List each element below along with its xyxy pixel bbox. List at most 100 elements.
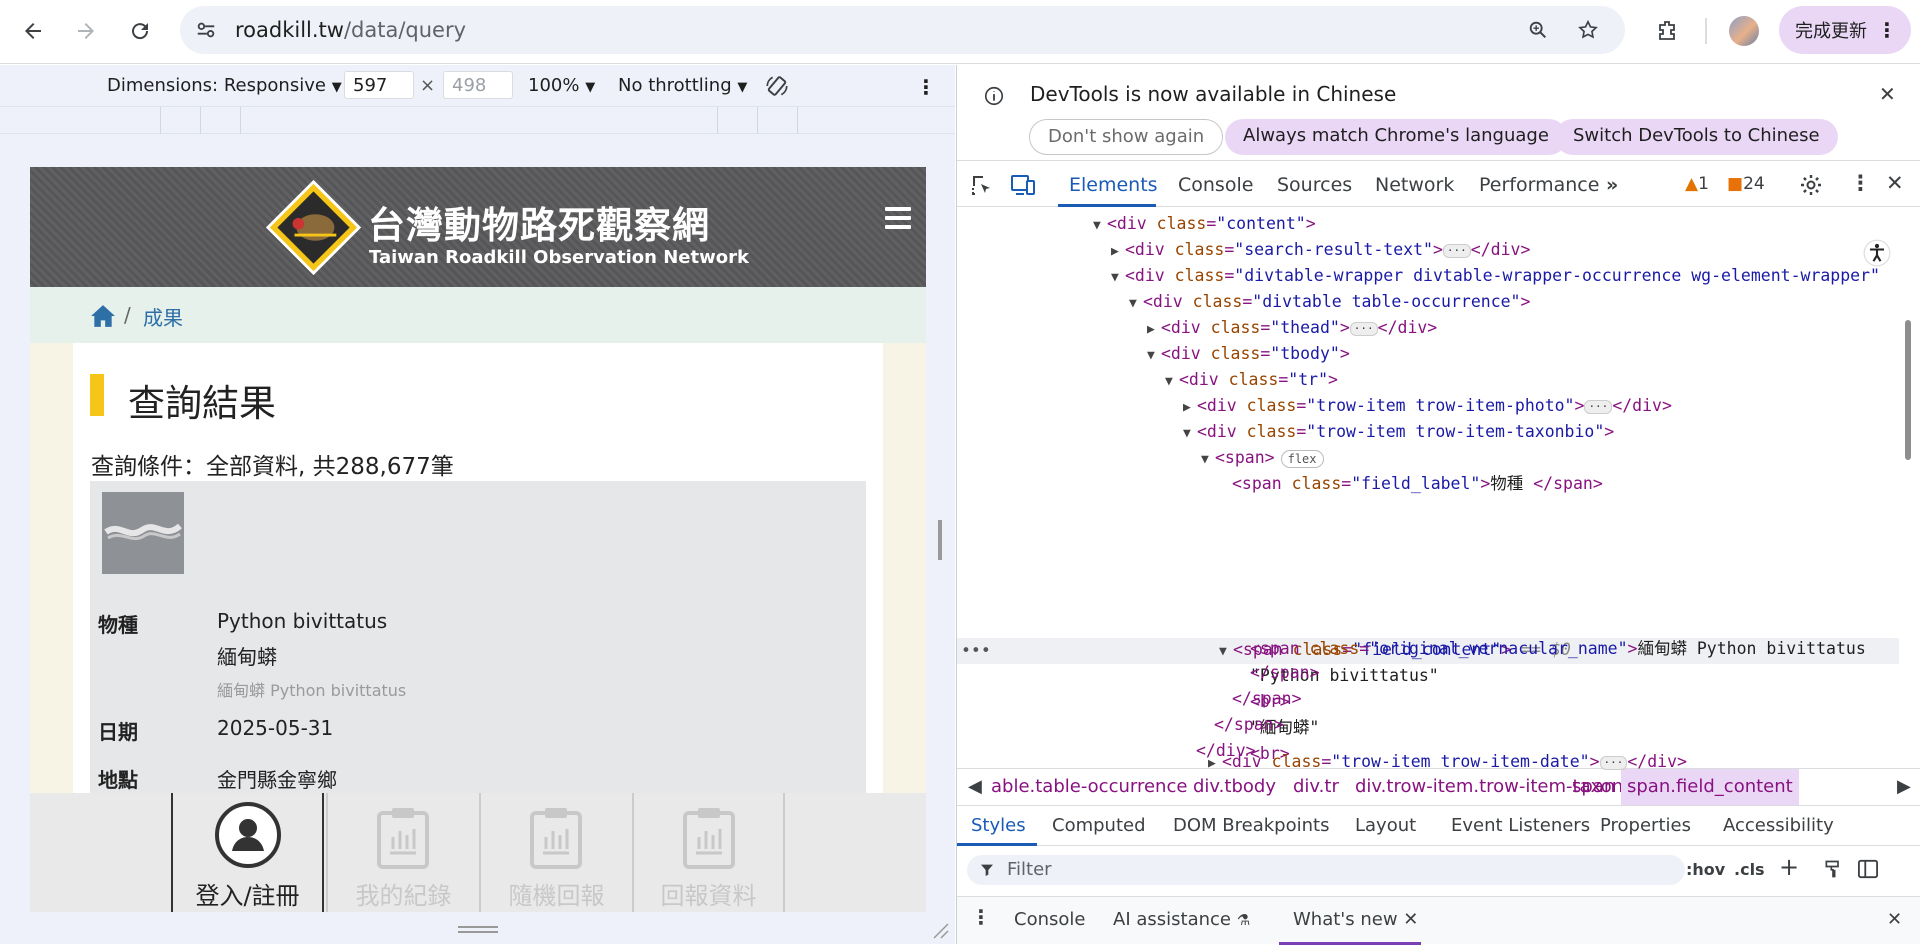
dom-text-node[interactable]: "Python bivittatus" (1250, 664, 1439, 688)
tab-network[interactable]: Network (1375, 174, 1454, 196)
dom-node[interactable]: ▼ <div class="tr"> (1165, 368, 1338, 392)
dom-node[interactable]: ▼ <div class="divtable table-occurrence"> (1129, 290, 1530, 314)
query-summary: 查詢條件：全部資料, 共288,677筆 (91, 454, 454, 480)
crumb-field-content[interactable]: span.field_content (1621, 769, 1799, 805)
dom-node[interactable]: <span class="field_label">物種 </span> (1232, 472, 1603, 496)
height-input[interactable]: 498 (443, 71, 513, 99)
dom-node[interactable]: ▶ <div class="trow-item trow-item-photo">… (1183, 394, 1672, 418)
dom-text-node[interactable]: "緬甸蟒" (1250, 716, 1319, 740)
warnings-counter[interactable]: ▲1 (1685, 174, 1709, 194)
drawer-tab-console[interactable]: Console (1014, 909, 1085, 930)
dom-node[interactable]: ▶ <div class="search-result-text"> ··· </di… (1111, 238, 1530, 262)
breadcrumb-link-results[interactable]: 成果 (143, 302, 183, 331)
nav-login[interactable]: 登入/註冊 (171, 793, 324, 912)
place-value: 金門縣金寧鄉 (217, 768, 337, 792)
viewport-bottom-grip[interactable] (458, 926, 498, 936)
dimensions-dropdown[interactable]: Dimensions: Responsive ▼ (107, 75, 342, 96)
corner-resize-icon[interactable] (930, 920, 950, 940)
reload-icon[interactable] (125, 16, 155, 46)
throttling-dropdown[interactable]: No throttling ▼ (618, 75, 747, 96)
zoom-dropdown[interactable]: 100% ▼ (528, 75, 595, 96)
device-toggle-icon[interactable] (1010, 173, 1036, 197)
add-rule-icon[interactable]: + (1779, 853, 1799, 881)
drawer-tab-whats-new[interactable]: What's new ✕ (1293, 909, 1418, 930)
crumb-span[interactable]: span (1572, 776, 1615, 797)
nav-report-data[interactable]: 回報資料 (632, 793, 785, 912)
tab-properties[interactable]: Properties (1600, 815, 1691, 836)
nav-random-report[interactable]: 隨機回報 (479, 793, 632, 912)
hover-state-toggle[interactable]: :hov (1686, 860, 1725, 879)
more-tabs-chevron-icon[interactable]: » (1606, 174, 1618, 196)
forward-icon[interactable] (71, 16, 101, 46)
rotate-icon[interactable] (763, 72, 791, 100)
paint-brush-icon[interactable] (1823, 859, 1843, 879)
tab-event-listeners[interactable]: Event Listeners (1451, 815, 1590, 836)
hamburger-menu-icon[interactable] (885, 207, 911, 229)
devtools-menu-icon[interactable]: ⋮ (1850, 171, 1871, 195)
devtools-panel: DevTools is now available in Chinese ✕ D… (956, 65, 1920, 945)
errors-counter[interactable]: ■24 (1727, 174, 1765, 194)
dont-show-again-button[interactable]: Don't show again (1029, 119, 1224, 155)
flex-badge[interactable]: flex (1280, 449, 1324, 468)
tab-sources[interactable]: Sources (1277, 174, 1352, 196)
node-actions-icon[interactable]: ••• (961, 639, 991, 663)
close-notice-icon[interactable]: ✕ (1879, 82, 1896, 106)
close-devtools-icon[interactable]: ✕ (1886, 171, 1904, 195)
record-photo-thumbnail[interactable] (102, 492, 184, 574)
drawer-tab-ai-assistance[interactable]: AI assistance ⚗ (1113, 909, 1250, 930)
update-button[interactable]: 完成更新 ⋮ (1779, 6, 1911, 54)
dom-node[interactable]: ▼ <div class="divtable-wrapper divtable-w… (1111, 264, 1880, 288)
dom-node[interactable]: <br> (1250, 690, 1290, 714)
bookmark-star-icon[interactable] (1576, 18, 1600, 42)
language-notice: DevTools is now available in Chinese ✕ D… (957, 65, 1920, 161)
toggle-sidebar-icon[interactable] (1857, 859, 1879, 879)
address-bar[interactable]: roadkill.tw/data/query (180, 6, 1625, 54)
crumbs-scroll-right-icon[interactable]: ▶ (1897, 776, 1911, 797)
media-query-ruler[interactable] (0, 107, 955, 134)
drawer-menu-icon[interactable]: ⋮ (971, 905, 991, 929)
zoom-search-icon[interactable] (1526, 18, 1550, 42)
accessibility-icon[interactable] (1863, 239, 1891, 267)
extensions-icon[interactable] (1652, 16, 1682, 46)
close-drawer-icon[interactable]: ✕ (1887, 909, 1902, 930)
dom-node[interactable]: ▼ <span> flex (1201, 446, 1324, 470)
more-options-icon[interactable]: ⋮ (916, 75, 936, 99)
crumb-divtable[interactable]: able.table-occurrence (991, 776, 1187, 797)
nav-my-records[interactable]: 我的紀錄 (326, 793, 479, 912)
tab-accessibility[interactable]: Accessibility (1723, 815, 1834, 836)
back-icon[interactable] (18, 16, 48, 46)
dom-scrollbar[interactable] (1902, 208, 1914, 768)
tab-console[interactable]: Console (1178, 174, 1253, 196)
clipboard-chart-icon (683, 808, 735, 869)
dom-node-selected[interactable]: ▼ <span class="field_content"> == $0 (1219, 638, 1571, 662)
viewport-resize-handle[interactable] (938, 520, 942, 560)
tab-styles[interactable]: Styles (971, 815, 1026, 836)
dom-tree[interactable]: ••• ▼ <div class="content"> ▶ <div class="… (957, 208, 1920, 768)
crumbs-scroll-left-icon[interactable]: ◀ (968, 776, 982, 797)
tab-layout[interactable]: Layout (1355, 815, 1416, 836)
match-language-button[interactable]: Always match Chrome's language (1225, 119, 1567, 155)
dom-node[interactable]: ▼ <div class="tbody"> (1147, 342, 1350, 366)
tab-computed[interactable]: Computed (1052, 815, 1146, 836)
tab-elements[interactable]: Elements (1069, 174, 1158, 196)
home-icon[interactable] (90, 304, 116, 328)
dom-node[interactable]: ▶ <div class="thead"> ··· </div> (1147, 316, 1437, 340)
class-toggle[interactable]: .cls (1734, 860, 1765, 879)
dom-node[interactable]: ▶ <div class="trow-item trow-item-date"> ·… (1208, 752, 1687, 771)
crumb-tbody[interactable]: div.tbody (1193, 776, 1276, 797)
settings-gear-icon[interactable] (1799, 173, 1823, 197)
site-logo[interactable] (266, 180, 361, 275)
inspect-element-icon[interactable] (970, 173, 994, 197)
close-tab-icon[interactable]: ✕ (1403, 909, 1418, 930)
width-input[interactable]: 597 (344, 71, 414, 99)
site-info-icon[interactable] (194, 18, 218, 42)
dom-node[interactable]: ▼ <div class="content"> (1093, 212, 1316, 236)
tab-performance[interactable]: Performance (1479, 174, 1599, 196)
profile-avatar[interactable] (1729, 16, 1759, 46)
switch-to-chinese-button[interactable]: Switch DevTools to Chinese (1555, 119, 1838, 155)
crumb-tr[interactable]: div.tr (1293, 776, 1339, 797)
styles-filter-input[interactable]: Filter (967, 855, 1685, 885)
dom-node[interactable]: ▼ <div class="trow-item trow-item-taxonbi… (1183, 420, 1614, 444)
toolbar-divider (1705, 18, 1707, 44)
tab-dom-breakpoints[interactable]: DOM Breakpoints (1173, 815, 1329, 836)
